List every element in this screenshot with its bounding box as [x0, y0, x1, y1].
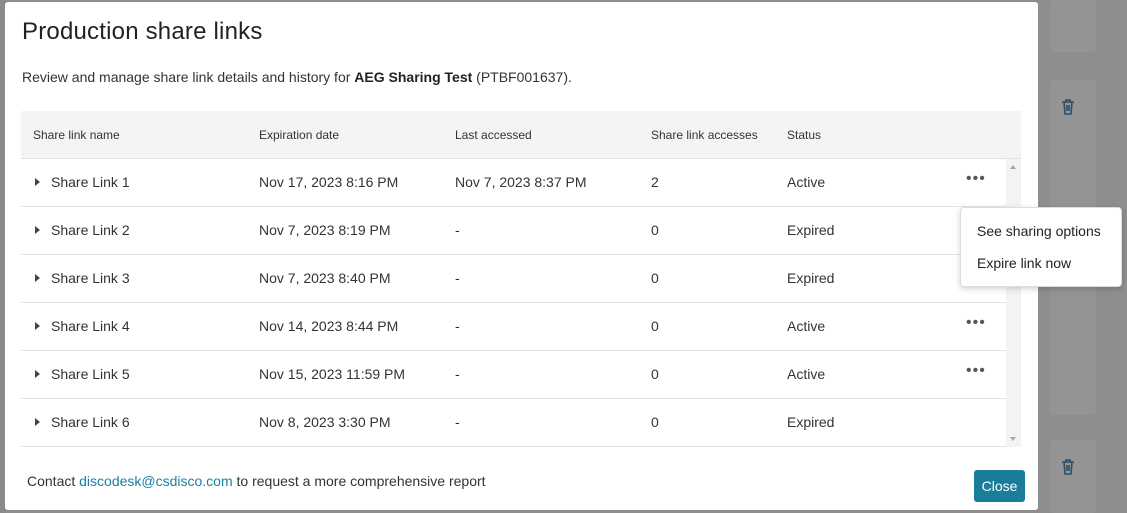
cell-last-accessed: - [455, 270, 460, 286]
table-row[interactable]: Share Link 3 Nov 7, 2023 8:40 PM - 0 Expired [21, 255, 1006, 303]
cell-expiration: Nov 15, 2023 11:59 PM [259, 366, 406, 382]
caret-right-icon[interactable] [35, 418, 40, 426]
background-card [1050, 0, 1096, 52]
caret-right-icon[interactable] [35, 322, 40, 330]
cell-name: Share Link 6 [51, 414, 130, 430]
table-row[interactable]: Share Link 5 Nov 15, 2023 11:59 PM - 0 Activ… [21, 351, 1006, 399]
footer-note: Contact discodesk@csdisco.com to request… [27, 473, 486, 489]
table-body: Share Link 1 Nov 17, 2023 8:16 PM Nov 7, 2… [21, 159, 1006, 447]
column-header-name: Share link name [33, 128, 120, 142]
cell-accesses: 0 [651, 222, 659, 238]
cell-expiration: Nov 8, 2023 3:30 PM [259, 414, 391, 430]
cell-name: Share Link 2 [51, 222, 130, 238]
column-header-accesses: Share link accesses [651, 128, 758, 142]
row-actions-menu: See sharing options Expire link now [960, 207, 1122, 287]
cell-accesses: 2 [651, 174, 659, 190]
close-button[interactable]: Close [974, 470, 1025, 502]
table-row[interactable]: Share Link 4 Nov 14, 2023 8:44 PM - 0 Active… [21, 303, 1006, 351]
cell-last-accessed: - [455, 318, 460, 334]
support-email-link[interactable]: discodesk@csdisco.com [79, 473, 233, 489]
column-header-last-accessed: Last accessed [455, 128, 532, 142]
table-row[interactable]: Share Link 6 Nov 8, 2023 3:30 PM - 0 Expired [21, 399, 1006, 447]
production-id: (PTBF001637). [472, 69, 572, 85]
cell-status: Active [787, 318, 826, 334]
table-header: Share link name Expiration date Last acc… [21, 111, 1021, 159]
cell-status: Expired [787, 270, 835, 286]
column-header-expiration: Expiration date [259, 128, 340, 142]
cell-last-accessed: - [455, 414, 460, 430]
share-links-modal: Production share links Review and manage… [5, 2, 1038, 510]
cell-status: Expired [787, 222, 835, 238]
cell-expiration: Nov 7, 2023 8:40 PM [259, 270, 391, 286]
cell-expiration: Nov 14, 2023 8:44 PM [259, 318, 399, 334]
trash-icon [1060, 458, 1076, 481]
table-row[interactable]: Share Link 2 Nov 7, 2023 8:19 PM - 0 Expired [21, 207, 1006, 255]
footer-suffix: to request a more comprehensive report [232, 473, 486, 489]
cell-expiration: Nov 7, 2023 8:19 PM [259, 222, 391, 238]
trash-icon [1060, 98, 1076, 121]
menu-item-expire-link-now[interactable]: Expire link now [977, 255, 1071, 271]
table-scrollbar[interactable] [1006, 159, 1021, 447]
more-horizontal-icon[interactable]: ••• [966, 314, 986, 332]
cell-name: Share Link 3 [51, 270, 130, 286]
cell-status: Expired [787, 414, 835, 430]
cell-last-accessed: Nov 7, 2023 8:37 PM [455, 174, 587, 190]
cell-last-accessed: - [455, 222, 460, 238]
cell-status: Active [787, 174, 826, 190]
cell-name: Share Link 1 [51, 174, 130, 190]
cell-accesses: 0 [651, 366, 659, 382]
cell-accesses: 0 [651, 270, 659, 286]
more-horizontal-icon[interactable]: ••• [966, 362, 986, 380]
more-horizontal-icon[interactable]: ••• [966, 170, 986, 188]
cell-accesses: 0 [651, 414, 659, 430]
cell-status: Active [787, 366, 826, 382]
cell-name: Share Link 5 [51, 366, 130, 382]
modal-subtitle: Review and manage share link details and… [22, 69, 572, 85]
caret-right-icon[interactable] [35, 370, 40, 378]
cell-last-accessed: - [455, 366, 460, 382]
production-name: AEG Sharing Test [354, 69, 473, 85]
caret-right-icon[interactable] [35, 178, 40, 186]
subtitle-prefix: Review and manage share link details and… [22, 69, 355, 85]
scroll-up-arrow-icon[interactable] [1010, 165, 1016, 169]
table-row[interactable]: Share Link 1 Nov 17, 2023 8:16 PM Nov 7, 2… [21, 159, 1006, 207]
scroll-down-arrow-icon[interactable] [1010, 437, 1016, 441]
cell-name: Share Link 4 [51, 318, 130, 334]
modal-title: Production share links [22, 18, 263, 45]
cell-expiration: Nov 17, 2023 8:16 PM [259, 174, 399, 190]
column-header-status: Status [787, 128, 822, 142]
share-links-table: Share link name Expiration date Last acc… [21, 111, 1021, 447]
footer-prefix: Contact [27, 473, 80, 489]
menu-item-see-sharing-options[interactable]: See sharing options [977, 223, 1101, 239]
caret-right-icon[interactable] [35, 226, 40, 234]
caret-right-icon[interactable] [35, 274, 40, 282]
cell-accesses: 0 [651, 318, 659, 334]
